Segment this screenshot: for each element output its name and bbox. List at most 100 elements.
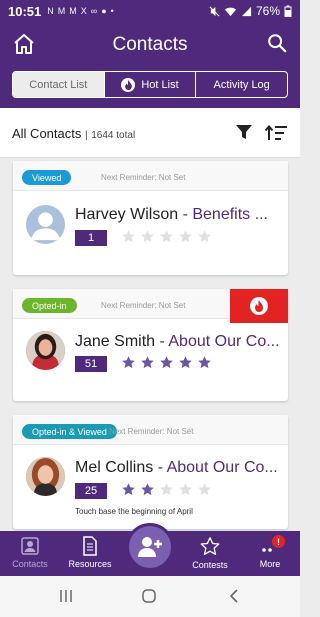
star-empty-icon bbox=[160, 230, 173, 243]
list-header: All Contacts | 1644 total bbox=[0, 108, 300, 158]
nav-label: More bbox=[259, 559, 281, 569]
star-empty-icon bbox=[179, 483, 192, 496]
contact-card[interactable]: Viewed Next Reminder: Not Set Harvey Wil… bbox=[13, 161, 288, 275]
star-rating bbox=[121, 482, 212, 497]
home-button-icon[interactable] bbox=[141, 588, 157, 604]
contact-full-name: Jane Smith bbox=[75, 333, 156, 350]
contact-card-icon bbox=[21, 537, 39, 555]
all-contacts-label: All Contacts bbox=[12, 126, 82, 141]
star-rating bbox=[121, 355, 212, 370]
score-badge: 25 bbox=[75, 483, 107, 499]
tab-activity-log[interactable]: Activity Log bbox=[196, 72, 287, 97]
star-empty-icon bbox=[198, 483, 211, 496]
nav-contacts[interactable]: Contacts bbox=[0, 536, 60, 569]
contact-name[interactable]: Mel Collins - About Our Co... bbox=[75, 459, 280, 477]
notification-icon: M bbox=[57, 6, 66, 16]
reminder-text: Next Reminder: Not Set bbox=[101, 173, 186, 182]
star-empty-icon bbox=[198, 230, 211, 243]
contact-avatar bbox=[26, 457, 65, 496]
card-status-row: Viewed Next Reminder: Not Set bbox=[13, 161, 288, 191]
score-badge: 1 bbox=[75, 230, 107, 246]
star-filled-icon bbox=[122, 483, 135, 496]
search-icon[interactable] bbox=[266, 32, 288, 54]
nav-more[interactable]: More bbox=[240, 536, 300, 569]
card-status-row: Opted-in & Viewed Next Reminder: Not Set bbox=[13, 415, 288, 445]
recent-apps-icon[interactable] bbox=[58, 588, 74, 604]
star-filled-icon bbox=[160, 356, 173, 369]
status-time: 10:51 bbox=[8, 3, 42, 19]
star-filled-icon bbox=[141, 483, 154, 496]
star-filled-icon bbox=[141, 356, 154, 369]
flame-icon bbox=[250, 297, 268, 315]
battery-icon bbox=[284, 5, 292, 17]
notification-icons: N M M X ∞ ● • bbox=[47, 6, 114, 16]
status-badge: Opted-in & Viewed bbox=[22, 424, 117, 439]
mute-icon bbox=[209, 6, 220, 16]
tabs-bar: Contact List Hot List Activity Log bbox=[0, 68, 300, 108]
status-badge: Viewed bbox=[22, 170, 72, 185]
tab-hot-list[interactable]: Hot List bbox=[105, 72, 197, 97]
star-empty-icon bbox=[179, 230, 192, 243]
tab-label: Activity Log bbox=[213, 78, 270, 91]
notification-icon: N bbox=[47, 6, 54, 16]
contact-full-name: Mel Collins bbox=[75, 459, 154, 476]
contact-subject: - About Our Co... bbox=[155, 333, 280, 350]
nav-label: Resources bbox=[68, 559, 112, 569]
contact-subject: - Benefits ... bbox=[178, 206, 268, 223]
sort-icon[interactable] bbox=[264, 124, 288, 142]
page-title: Contacts bbox=[112, 34, 188, 55]
wifi-icon bbox=[224, 7, 236, 16]
star-outline-icon bbox=[200, 537, 220, 556]
nav-label: Contests bbox=[192, 560, 228, 570]
hot-lead-flag bbox=[230, 289, 288, 323]
flame-icon bbox=[121, 77, 136, 92]
contact-avatar bbox=[26, 331, 65, 370]
tab-contact-list[interactable]: Contact List bbox=[13, 72, 105, 97]
app-header: Contacts bbox=[0, 22, 300, 68]
nav-contests[interactable]: Contests bbox=[180, 536, 240, 570]
tab-label: Contact List bbox=[29, 78, 88, 91]
tab-group: Contact List Hot List Activity Log bbox=[12, 71, 288, 98]
notification-icon: ∞ bbox=[90, 6, 98, 16]
reminder-text: Next Reminder: Not Set bbox=[109, 427, 194, 436]
battery-level: 76% bbox=[255, 4, 280, 18]
star-rating bbox=[121, 229, 212, 244]
contact-name[interactable]: Jane Smith - About Our Co... bbox=[75, 333, 280, 351]
contact-card[interactable]: Opted-in & Viewed Next Reminder: Not Set… bbox=[13, 415, 288, 529]
star-filled-icon bbox=[198, 356, 211, 369]
star-filled-icon bbox=[179, 356, 192, 369]
notification-badge: ! bbox=[272, 535, 285, 548]
contact-full-name: Harvey Wilson bbox=[75, 206, 179, 223]
add-person-icon bbox=[138, 537, 162, 557]
star-empty-icon bbox=[141, 230, 154, 243]
back-icon[interactable] bbox=[226, 588, 242, 604]
total-count: 1644 total bbox=[91, 130, 136, 141]
status-badge: Opted-in bbox=[22, 298, 77, 313]
star-empty-icon bbox=[122, 230, 135, 243]
list-title: All Contacts | 1644 total bbox=[12, 126, 135, 141]
contact-subject: - About Our Co... bbox=[153, 459, 278, 476]
contact-note: Touch base the beginning of April bbox=[75, 507, 193, 516]
document-icon bbox=[83, 536, 97, 556]
total-separator: | bbox=[85, 130, 88, 141]
signal-icon bbox=[241, 6, 252, 16]
nav-label: Contacts bbox=[12, 559, 48, 569]
status-bar: 10:51 N M M X ∞ ● • 76% bbox=[0, 0, 300, 22]
notification-icon: M bbox=[69, 6, 77, 16]
notification-icon: X bbox=[80, 6, 87, 16]
bottom-nav: Contacts Resources Contests More ! bbox=[0, 523, 300, 576]
tab-label: Hot List bbox=[141, 78, 179, 91]
contact-name[interactable]: Harvey Wilson - Benefits ... bbox=[75, 206, 280, 224]
star-filled-icon bbox=[122, 356, 135, 369]
nav-resources[interactable]: Resources bbox=[60, 536, 120, 569]
add-contact-button[interactable] bbox=[126, 523, 174, 571]
filter-icon[interactable] bbox=[236, 124, 252, 140]
notification-icon: • bbox=[110, 6, 114, 16]
notification-icon: ● bbox=[101, 6, 107, 16]
system-nav-bar bbox=[0, 576, 300, 617]
contact-card[interactable]: Opted-in Next Reminder: Not Set Jane Smi… bbox=[13, 289, 288, 401]
reminder-text: Next Reminder: Not Set bbox=[101, 301, 186, 310]
card-status-row: Opted-in Next Reminder: Not Set bbox=[13, 289, 288, 323]
default-avatar-icon bbox=[26, 205, 65, 244]
score-badge: 51 bbox=[75, 356, 107, 372]
